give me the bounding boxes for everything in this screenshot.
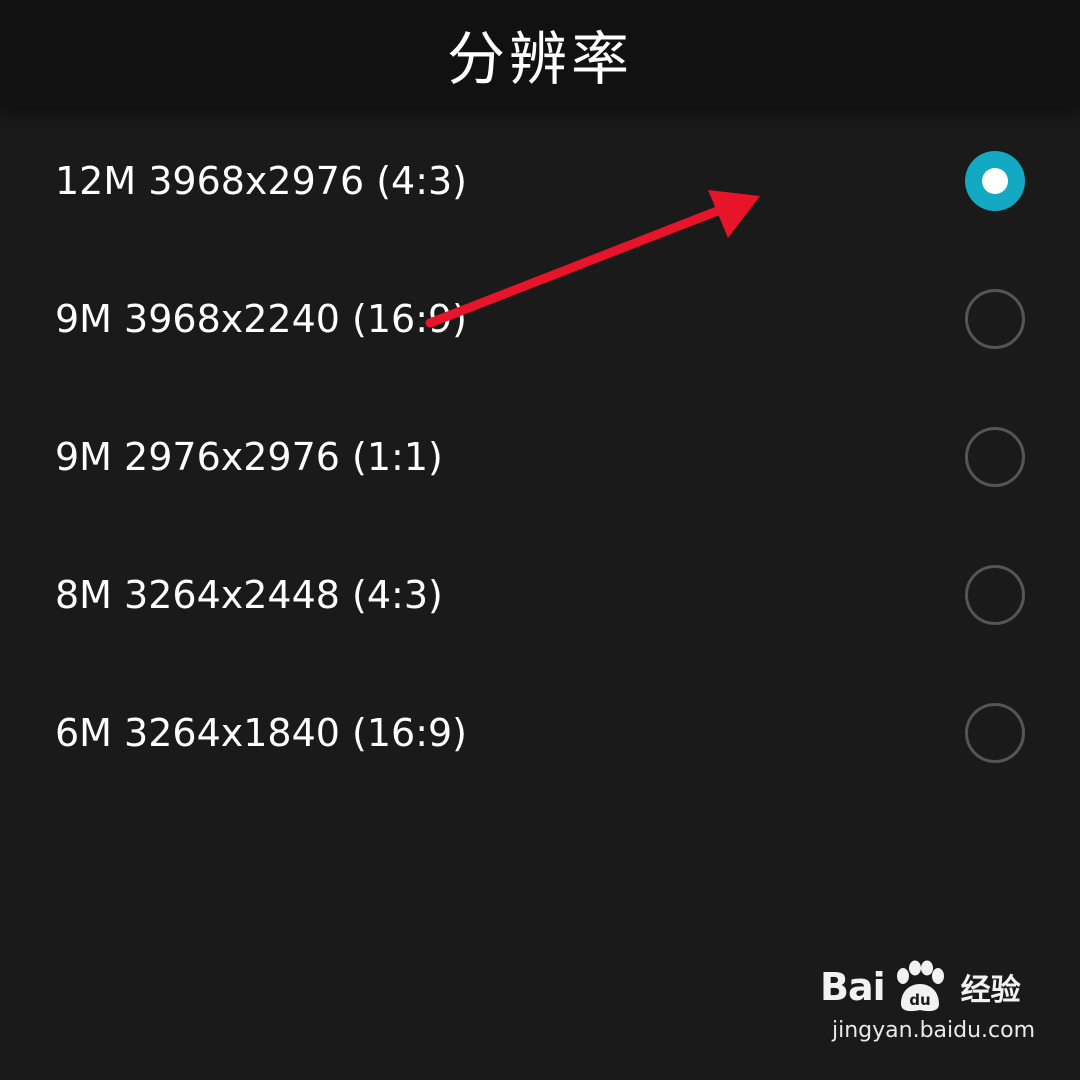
watermark-logo-row: Bai du 经验 — [820, 960, 1060, 1014]
radio-button[interactable] — [965, 289, 1025, 349]
option-label: 12M 3968x2976 (4:3) — [55, 159, 468, 203]
resolution-option-8m[interactable]: 8M 3264x2448 (4:3) — [0, 526, 1080, 664]
radio-dot — [982, 168, 1008, 194]
option-label: 6M 3264x1840 (16:9) — [55, 711, 468, 755]
resolution-option-6m[interactable]: 6M 3264x1840 (16:9) — [0, 664, 1080, 802]
radio-button[interactable] — [965, 703, 1025, 763]
watermark-du: du — [909, 991, 930, 1009]
resolution-screen: 分辨率 12M 3968x2976 (4:3) 9M 3968x2240 (16… — [0, 0, 1080, 1080]
radio-button-selected[interactable] — [965, 151, 1025, 211]
option-label: 9M 3968x2240 (16:9) — [55, 297, 468, 341]
watermark-brand: Bai — [820, 965, 886, 1009]
paw-icon: du — [896, 960, 944, 1012]
resolution-option-12m[interactable]: 12M 3968x2976 (4:3) — [0, 112, 1080, 250]
watermark-url: jingyan.baidu.com — [832, 1018, 1036, 1043]
resolution-option-9m-16-9[interactable]: 9M 3968x2240 (16:9) — [0, 250, 1080, 388]
watermark-brand-cn: 经验 — [960, 973, 1021, 1008]
baidu-jingyan-watermark: Bai du 经验 jingyan.baidu.com — [820, 960, 1060, 1070]
option-label: 8M 3264x2448 (4:3) — [55, 573, 443, 617]
radio-button[interactable] — [965, 565, 1025, 625]
header-bar: 分辨率 — [0, 0, 1080, 108]
radio-button[interactable] — [965, 427, 1025, 487]
option-label: 9M 2976x2976 (1:1) — [55, 435, 443, 479]
page-title: 分辨率 — [446, 25, 633, 93]
resolution-option-9m-1-1[interactable]: 9M 2976x2976 (1:1) — [0, 388, 1080, 526]
resolution-options-list: 12M 3968x2976 (4:3) 9M 3968x2240 (16:9) … — [0, 112, 1080, 802]
